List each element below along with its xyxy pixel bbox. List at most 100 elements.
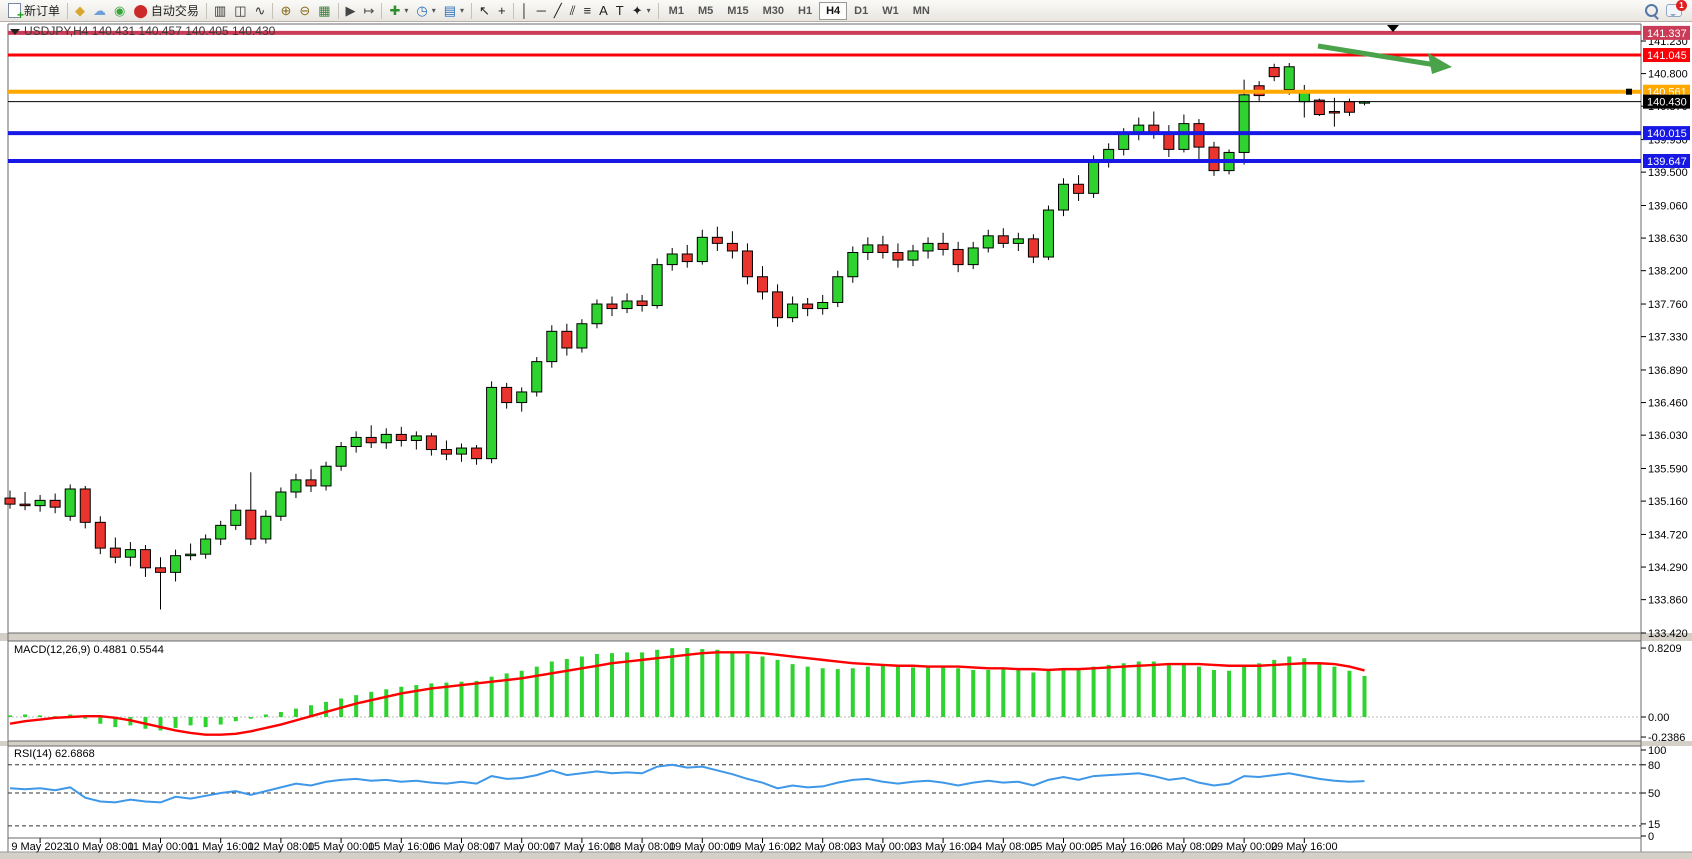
bear-candle [1164,133,1174,150]
toolbar-chart-shift-button[interactable]: ↦ [360,0,379,21]
time-axis-label[interactable]: 24 May 08:00 [970,841,1037,853]
toolbar-candlestick-chart-button[interactable]: ◫ [230,0,250,21]
period-m5-button[interactable]: M5 [691,2,720,20]
toolbar-zoom-in-button[interactable]: ⊕ [276,0,295,21]
chat-icon[interactable]: 1 [1666,4,1682,17]
toolbar-signals-button[interactable]: ◉ [110,0,129,21]
time-axis-label[interactable]: 29 May 16:00 [1271,841,1338,853]
period-d1-button[interactable]: D1 [847,2,875,20]
toolbar-auto-scroll-button[interactable]: ▶ [342,0,360,21]
indicators-dropdown-icon[interactable]: ▾ [404,6,408,15]
toolbar-text-button[interactable]: A [595,0,612,21]
toolbar-templates-button[interactable]: ▤▾ [440,0,468,21]
price-tick-label[interactable]: 134.290 [1648,562,1688,574]
search-icon[interactable] [1645,4,1658,17]
period-h4-button[interactable]: H4 [819,2,847,20]
time-axis-label[interactable]: 26 May 08:00 [1151,841,1218,853]
price-tick-label[interactable]: 139.060 [1648,200,1688,212]
toolbar-cursor-button[interactable]: ↖ [475,0,494,21]
price-tick-label[interactable]: 134.720 [1648,529,1688,541]
time-axis-label[interactable]: 9 May 2023 [11,841,68,853]
period-mn-button[interactable]: MN [906,2,937,20]
toolbar-fibonacci-button[interactable]: ≡ [580,0,596,21]
price-tick-label[interactable]: 136.460 [1648,398,1688,410]
toolbar-line-chart-button[interactable]: ∿ [251,0,270,21]
time-axis-label[interactable]: 23 May 00:00 [850,841,917,853]
auto-scroll-icon: ▶ [346,1,356,20]
toolbar-indicators-button[interactable]: ✚▾ [385,0,412,21]
time-axis-label[interactable]: 19 May 00:00 [669,841,736,853]
chart-area[interactable]: 141.230140.800140.370139.930139.500139.0… [0,0,1692,859]
period-w1-button[interactable]: W1 [875,2,906,20]
time-axis-label[interactable]: 12 May 08:00 [248,841,315,853]
time-axis-label[interactable]: 15 May 16:00 [368,841,435,853]
time-axis-label[interactable]: 17 May 00:00 [488,841,555,853]
price-tick-label[interactable]: 138.200 [1648,266,1688,278]
toolbar-zoom-out-button[interactable]: ⊖ [295,0,314,21]
time-axis-label[interactable]: 17 May 16:00 [549,841,616,853]
toolbar-market-watch-button[interactable]: ◆ [71,0,89,21]
arrows-dropdown-icon[interactable]: ▾ [647,6,651,15]
toolbar-community-button[interactable]: ☁ [89,0,110,21]
toolbar-crosshair-button[interactable]: + [494,0,510,21]
pane-splitter[interactable] [0,633,1692,641]
time-axis-label[interactable]: 11 May 16:00 [188,841,254,853]
toolbar-horizontal-line-button[interactable]: ─ [533,0,550,21]
time-axis-label[interactable]: 19 May 16:00 [729,841,796,853]
auto-trading-icon: ⬤ [133,1,148,20]
price-tick-label[interactable]: 136.890 [1648,365,1688,377]
time-axis-label[interactable]: 18 May 08:00 [609,841,676,853]
time-axis-label[interactable]: 16 May 08:00 [428,841,495,853]
price-tick-label[interactable]: 135.590 [1648,464,1688,476]
price-tick-label[interactable]: 138.630 [1648,233,1688,245]
price-tick-label[interactable]: 136.030 [1648,430,1688,442]
toolbar-vertical-line-button[interactable]: │ [517,0,533,21]
macd-scale-label[interactable]: 0.00 [1648,712,1669,724]
periods-dropdown-icon[interactable]: ▾ [432,6,436,15]
rsi-scale-label[interactable]: 80 [1648,760,1660,772]
macd-scale-label[interactable]: 0.8209 [1648,643,1682,655]
period-m1-button[interactable]: M1 [662,2,691,20]
time-axis-label[interactable]: 23 May 16:00 [910,841,977,853]
toolbar-auto-trading-button[interactable]: ⬤自动交易 [129,0,203,21]
toolbar-equidistant-channel-button[interactable]: ⫽ [566,0,580,21]
pane-splitter[interactable] [0,741,1692,746]
time-axis-label[interactable]: 11 May 00:00 [128,841,194,853]
bear-candle [5,498,15,504]
price-tick-label[interactable]: 140.800 [1648,69,1688,81]
rsi-scale-label[interactable]: 0 [1648,831,1654,843]
price-tick-label[interactable]: 137.760 [1648,299,1688,311]
time-axis-label[interactable]: 22 May 08:00 [789,841,856,853]
period-m30-button[interactable]: M30 [756,2,791,20]
rsi-scale-label[interactable]: 15 [1648,819,1660,831]
price-tick-label[interactable]: 133.860 [1648,595,1688,607]
bull-candle [261,516,271,539]
trendline-handle[interactable] [1626,89,1632,95]
toolbar-arrows-button[interactable]: ✦▾ [628,0,655,21]
price-tick-label[interactable]: 135.160 [1648,496,1688,508]
period-h1-button[interactable]: H1 [791,2,819,20]
time-axis-label[interactable]: 25 May 00:00 [1030,841,1097,853]
toolbar-new-order-button[interactable]: 新订单 [4,0,64,21]
price-tick-label[interactable]: 133.420 [1648,628,1688,640]
toolbar-bar-chart-button[interactable]: ▥ [210,0,230,21]
time-axis-label[interactable]: 15 May 00:00 [308,841,375,853]
rsi-scale-label[interactable]: 100 [1648,745,1666,757]
toolbar-trendline-button[interactable]: ╱ [550,0,566,21]
time-axis-label[interactable]: 10 May 08:00 [67,841,134,853]
price-tick-label[interactable]: 139.500 [1648,167,1688,179]
period-m15-button[interactable]: M15 [720,2,755,20]
macd-scale-label[interactable]: -0.2386 [1648,732,1685,744]
bull-candle [231,510,241,525]
price-tick-label[interactable]: 137.330 [1648,332,1688,344]
time-axis-label[interactable]: 29 May 00:00 [1211,841,1278,853]
rsi-indicator-label: RSI(14) 62.6868 [14,748,95,760]
toolbar-text-label-button[interactable]: T [612,0,628,21]
time-axis-label[interactable]: 25 May 16:00 [1090,841,1157,853]
toolbar-tile-windows-button[interactable]: ▦ [314,0,334,21]
toolbar-periods-button[interactable]: ◷▾ [412,0,439,21]
rsi-scale-label[interactable]: 50 [1648,788,1660,800]
fibonacci-icon: ≡ [584,1,592,20]
toolbar-separator [206,3,207,19]
templates-dropdown-icon[interactable]: ▾ [460,6,464,15]
